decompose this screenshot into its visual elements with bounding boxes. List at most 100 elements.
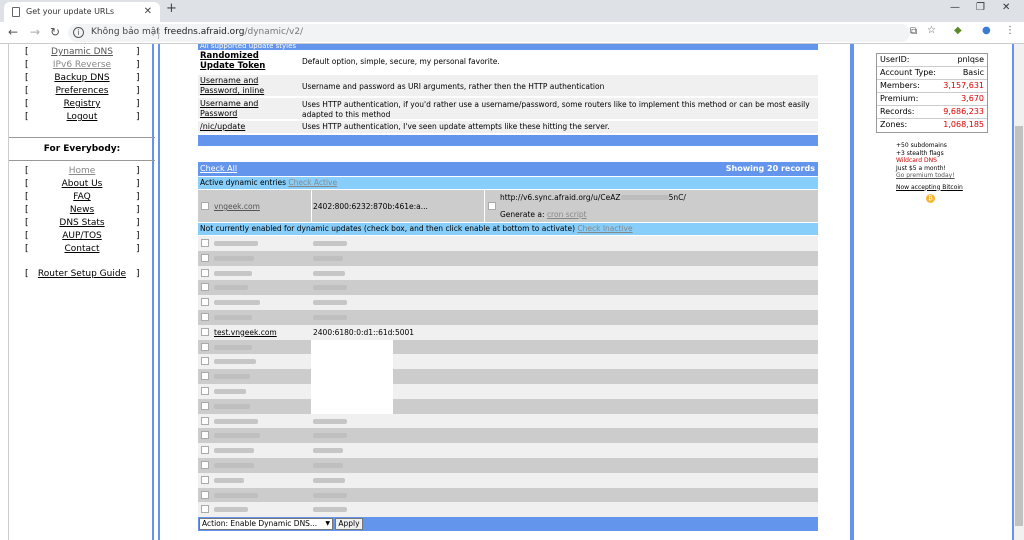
entry-checkbox[interactable] [201,401,209,410]
entry-checkbox[interactable] [201,268,209,277]
style-desc: Uses HTTP authentication, I've seen upda… [302,122,610,131]
stat-label: Records: [880,107,915,116]
entry-ip: 2402:800:6232:870b:461e:a... [313,202,428,211]
masked-ip [313,241,347,246]
nav-link[interactable]: Dynamic DNS [9,46,155,58]
go-premium-link[interactable]: Go premium today! [896,172,963,180]
action-select-value: Action: Enable Dynamic DNS... [202,519,318,528]
check-inactive-link[interactable]: Check Inactive [577,224,632,233]
nav-link[interactable]: IPv6 Reverse [9,59,155,71]
entry-checkbox[interactable] [201,202,209,210]
update-url-checkbox[interactable] [488,202,496,210]
minimize-icon[interactable]: — [950,2,960,13]
check-all-link[interactable]: Check All [200,162,237,176]
nav-item-preferences: [Preferences] [9,85,155,97]
style-name-link[interactable]: Username and Password, inline [200,76,296,96]
forward-icon[interactable]: → [30,25,40,39]
styles-footer-bar [198,135,818,146]
nav-item-faq: [FAQ] [9,191,155,203]
entry-checkbox[interactable] [201,505,209,514]
entry-checkbox[interactable] [201,283,209,292]
entry-checkbox[interactable] [201,387,209,395]
entry-checkbox[interactable] [201,446,209,455]
check-active-link[interactable]: Check Active [288,178,337,187]
entry-checkbox[interactable] [201,253,209,262]
entry-host[interactable]: test.vngeek.com [214,328,277,337]
stat-row: Account Type: Basic [877,67,987,80]
cell-divider [484,190,485,222]
inactive-entry-row [198,250,818,266]
nav-link[interactable]: Preferences [9,85,155,97]
profile-avatar-icon[interactable]: ● [982,25,991,36]
action-select[interactable]: Action: Enable Dynamic DNS... ▼ [199,518,333,530]
inactive-entry-row [198,236,818,251]
entry-host[interactable]: vngeek.com [214,202,260,211]
nav-link[interactable]: Registry [9,98,155,110]
entry-checkbox[interactable] [201,239,209,247]
omnibox[interactable]: i Không bảo mật freedns.afraid.org/dynam… [68,24,910,42]
nav-link[interactable]: Logout [9,111,155,123]
masked-ip [313,492,347,498]
ip-cell-empty [311,369,393,385]
nav-link[interactable]: DNS Stats [9,217,155,229]
entry-checkbox[interactable] [201,431,209,440]
translate-icon[interactable]: ⧉ [910,26,917,37]
entry-checkbox[interactable] [201,475,209,484]
masked-hostname [214,389,246,394]
entry-checkbox[interactable] [201,490,209,499]
records-header: Check All Showing 20 records [198,162,818,176]
style-name-link[interactable]: /nic/update [200,122,296,132]
inactive-entry-row [198,458,818,473]
bookmark-star-icon[interactable]: ☆ [927,25,936,36]
entry-checkbox[interactable] [201,372,209,381]
security-label[interactable]: Không bảo mật [91,27,160,37]
entry-checkbox[interactable] [201,313,209,321]
masked-ip [313,315,347,320]
style-name-link[interactable]: Username and Password [200,99,296,119]
nav-link[interactable]: FAQ [9,191,155,203]
style-name-link[interactable]: Randomized Update Token [200,51,296,71]
entry-checkbox[interactable] [201,416,209,425]
nav-link[interactable]: Contact [9,243,155,255]
ip-cell-empty [311,384,393,399]
inactive-entry-row [198,265,818,281]
update-url[interactable]: http://v6.sync.afraid.org/u/CeAZ 5nC/ [500,193,686,202]
nav-link[interactable]: AUP/TOS [9,230,155,242]
extension-icon[interactable]: ◆ [954,25,962,36]
inactive-entry-row: test.vngeek.com 2400:6180:0:d1::61d:5001 [198,324,818,340]
reload-icon[interactable]: ↻ [50,25,60,39]
masked-hostname [214,374,250,380]
maximize-icon[interactable]: ❐ [976,2,985,13]
promo-line: +3 stealth flags [896,149,944,157]
entry-checkbox[interactable] [201,327,209,336]
nav-link[interactable]: About Us [9,178,155,190]
nav-link[interactable]: News [9,204,155,216]
apply-button[interactable]: Apply [335,518,363,530]
masked-ip [313,507,347,513]
browser-tab[interactable]: Get your update URLs ✕ [4,2,160,22]
back-icon[interactable]: ← [8,25,18,39]
masked-ip [313,433,347,439]
url-prefix: http://v6.sync.afraid.org/u/CeAZ [500,193,621,202]
close-tab-icon[interactable]: ✕ [144,2,152,22]
info-icon[interactable]: i [73,27,84,38]
entry-checkbox[interactable] [201,461,209,469]
scrollbar-thumb[interactable] [1015,126,1023,526]
entry-checkbox[interactable] [201,298,209,307]
nav-link[interactable]: Backup DNS [9,72,155,84]
new-tab-button[interactable]: + [166,1,177,16]
nav-link[interactable]: Router Setup Guide [9,268,155,280]
nav-item-news: [News] [9,204,155,216]
nav-divider [9,137,155,138]
menu-icon[interactable]: ⋮ [1005,25,1015,36]
promo-line: +50 subdomains [896,142,947,149]
url-text[interactable]: freedns.afraid.org/dynamic/v2/ [164,27,303,37]
entry-checkbox[interactable] [201,342,209,351]
entry-checkbox[interactable] [201,357,209,366]
bitcoin-link[interactable]: Now accepting Bitcoin [896,184,963,192]
nav-link[interactable]: Home [9,165,155,177]
cron-script-link[interactable]: cron script [547,210,587,219]
close-window-icon[interactable]: ✕ [1002,2,1010,13]
generate-line: Generate a: cron script [500,210,587,219]
masked-hostname [214,403,250,409]
